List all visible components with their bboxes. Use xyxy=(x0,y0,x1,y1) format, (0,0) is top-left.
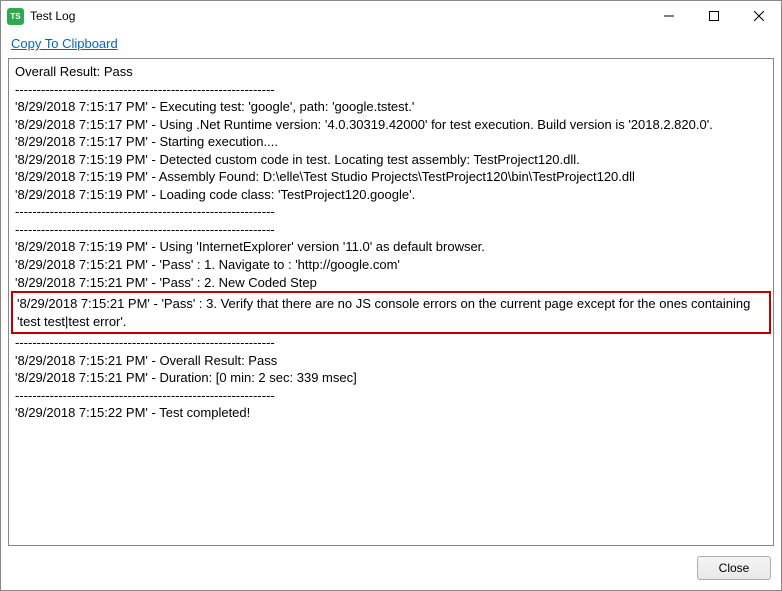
log-line: '8/29/2018 7:15:19 PM' - Detected custom… xyxy=(15,151,767,169)
log-line: ----------------------------------------… xyxy=(15,81,767,99)
highlighted-log-line: '8/29/2018 7:15:21 PM' - 'Pass' : 3. Ver… xyxy=(11,291,771,334)
log-line: '8/29/2018 7:15:17 PM' - Executing test:… xyxy=(15,98,767,116)
footer: Close xyxy=(1,546,781,590)
window-title: Test Log xyxy=(30,9,646,23)
log-line: '8/29/2018 7:15:21 PM' - 'Pass' : 2. New… xyxy=(15,274,767,292)
copy-to-clipboard-link[interactable]: Copy To Clipboard xyxy=(11,36,118,51)
log-line: '8/29/2018 7:15:22 PM' - Test completed! xyxy=(15,404,767,422)
titlebar: TS Test Log xyxy=(1,1,781,31)
app-icon: TS xyxy=(7,8,24,25)
log-line: '8/29/2018 7:15:19 PM' - Using 'Internet… xyxy=(15,238,767,256)
toolbar: Copy To Clipboard xyxy=(1,31,781,58)
minimize-button[interactable] xyxy=(646,1,691,31)
log-line: ----------------------------------------… xyxy=(15,221,767,239)
log-line: ----------------------------------------… xyxy=(15,334,767,352)
log-line: '8/29/2018 7:15:21 PM' - 'Pass' : 1. Nav… xyxy=(15,256,767,274)
maximize-button[interactable] xyxy=(691,1,736,31)
log-line: Overall Result: Pass xyxy=(15,63,767,81)
log-line: '8/29/2018 7:15:19 PM' - Assembly Found:… xyxy=(15,168,767,186)
log-line: '8/29/2018 7:15:21 PM' - Overall Result:… xyxy=(15,352,767,370)
log-line: '8/29/2018 7:15:17 PM' - Starting execut… xyxy=(15,133,767,151)
log-line: '8/29/2018 7:15:17 PM' - Using .Net Runt… xyxy=(15,116,767,134)
log-output[interactable]: Overall Result: Pass -------------------… xyxy=(8,58,774,546)
log-line: ----------------------------------------… xyxy=(15,387,767,405)
log-line: '8/29/2018 7:15:19 PM' - Loading code cl… xyxy=(15,186,767,204)
log-line: ----------------------------------------… xyxy=(15,203,767,221)
log-line: '8/29/2018 7:15:21 PM' - Duration: [0 mi… xyxy=(15,369,767,387)
close-button[interactable]: Close xyxy=(697,556,771,580)
close-window-button[interactable] xyxy=(736,1,781,31)
window-controls xyxy=(646,1,781,31)
